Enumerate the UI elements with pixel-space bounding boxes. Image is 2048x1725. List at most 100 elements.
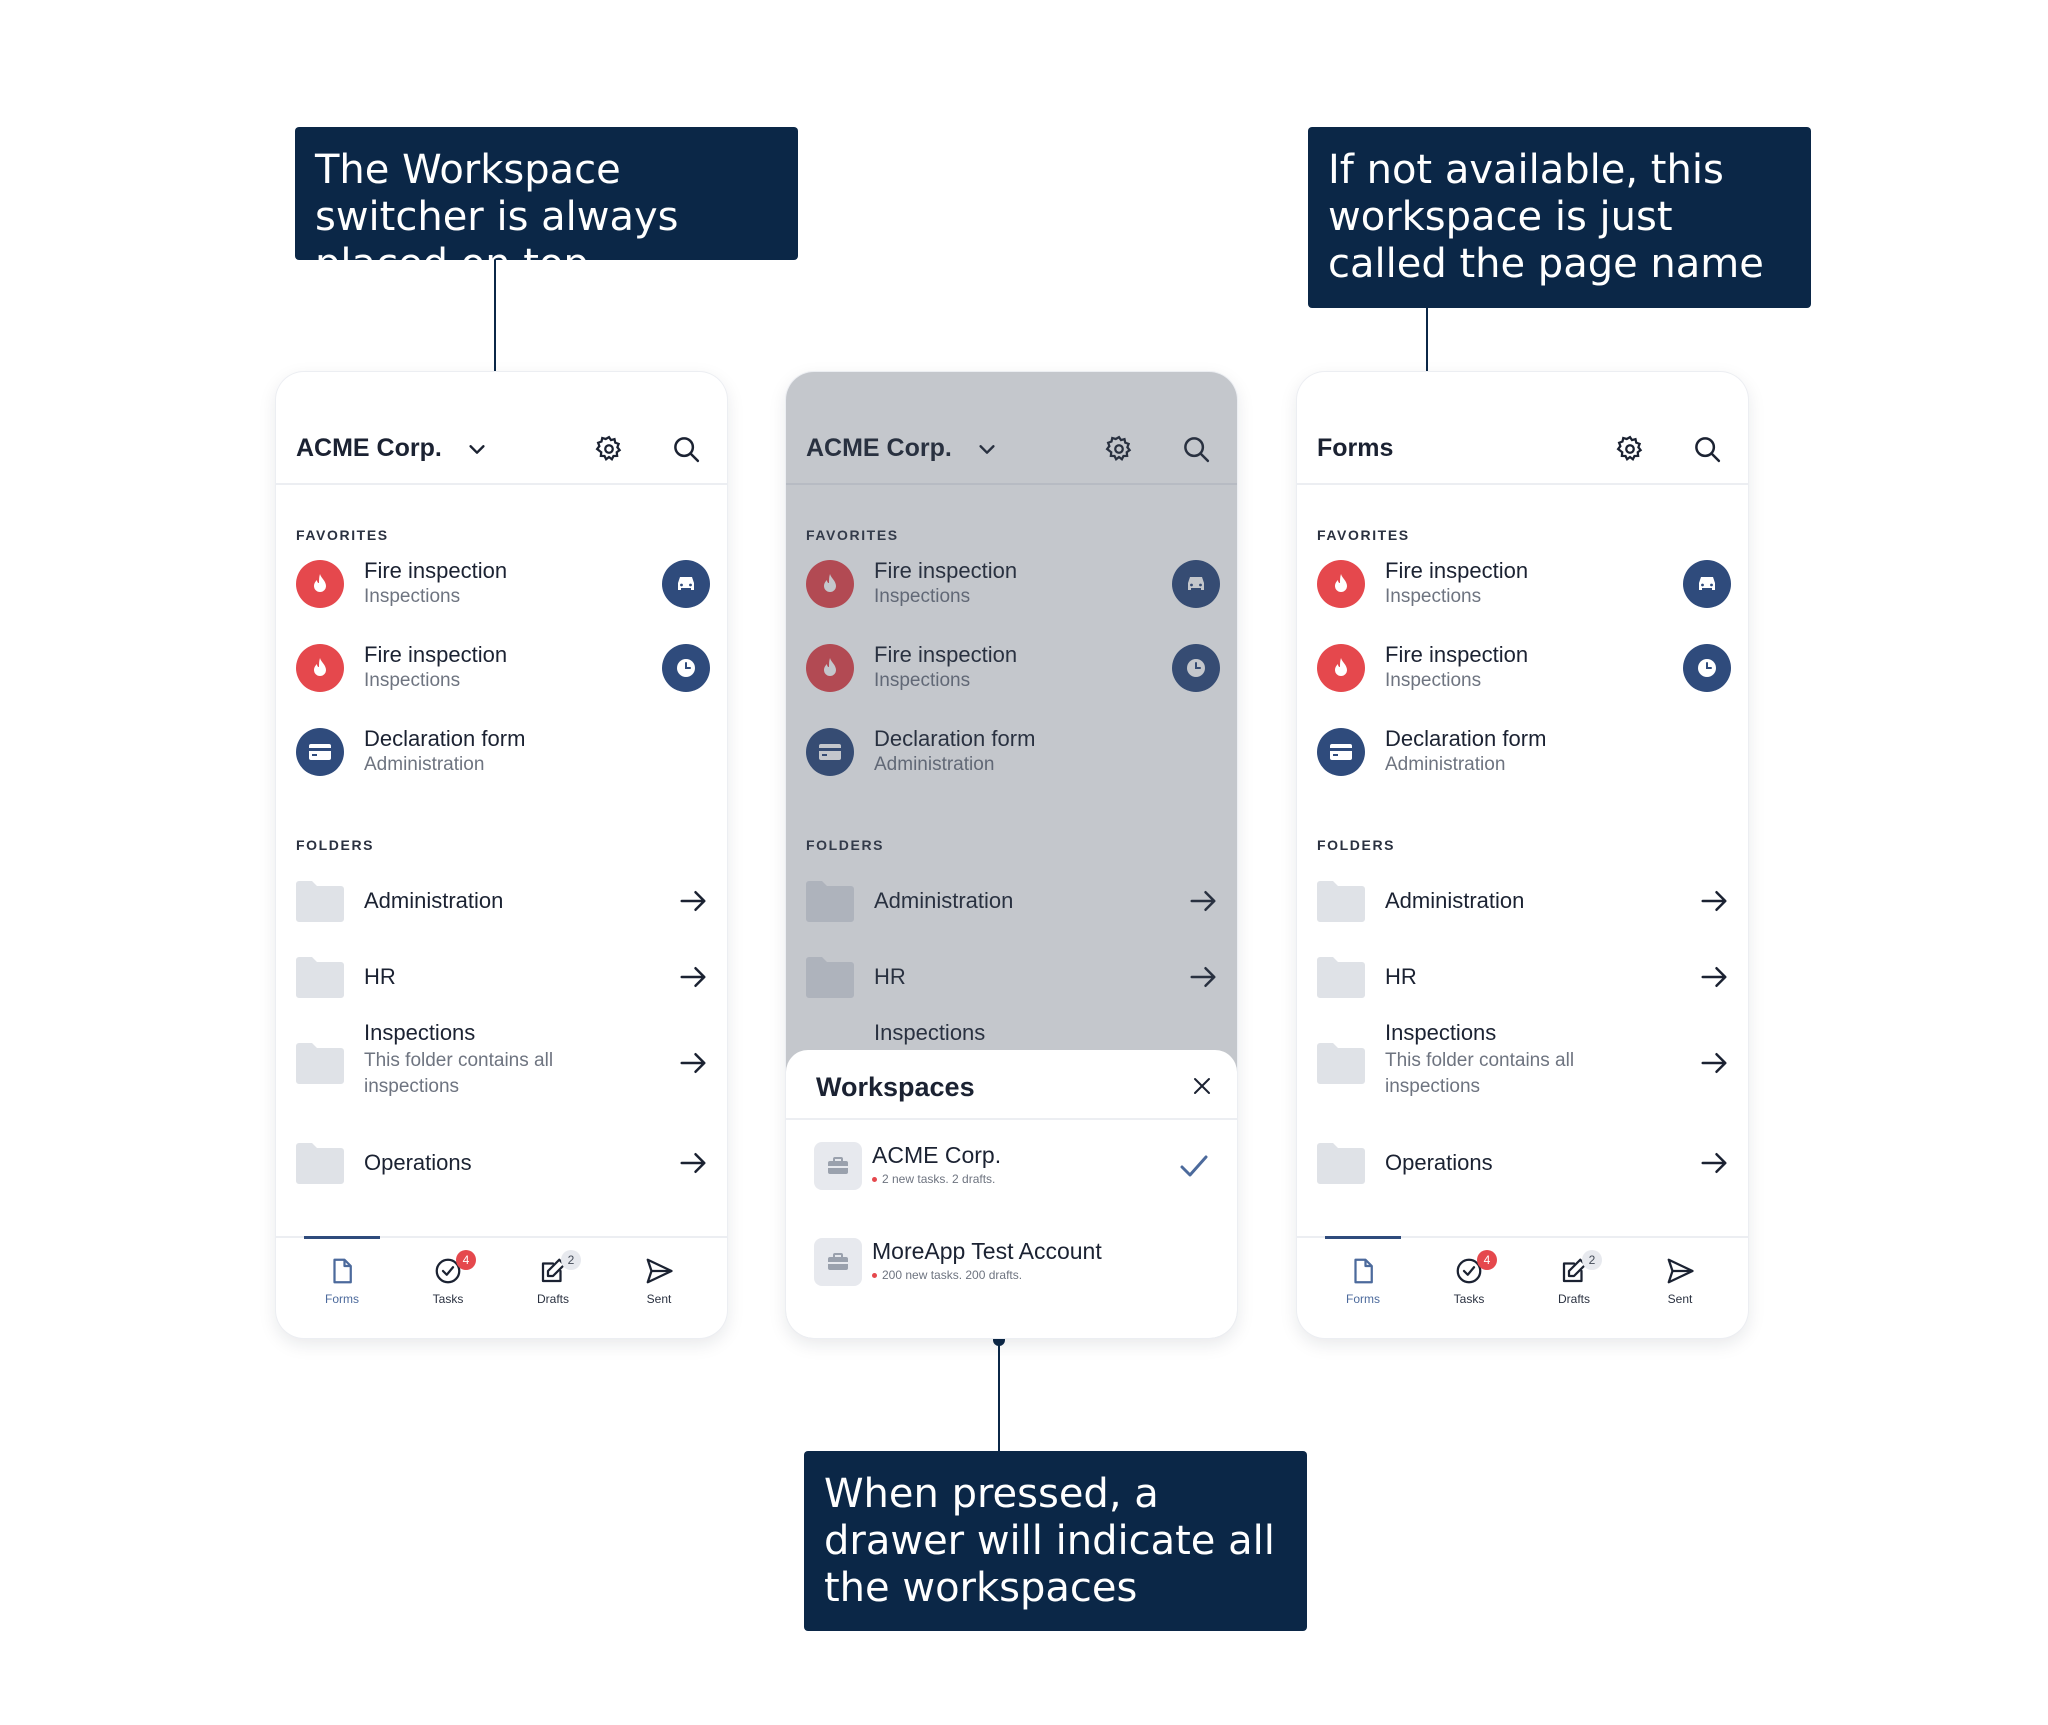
send-icon: [1667, 1258, 1694, 1284]
workspace-option[interactable]: ACME Corp. 2 new tasks. 2 drafts.: [814, 1138, 1214, 1198]
workspaces-drawer: Workspaces ACME Corp. 2 new tasks. 2 dra…: [786, 1050, 1237, 1338]
workspace-switcher-title[interactable]: ACME Corp.: [296, 434, 442, 463]
favorite-item[interactable]: Declaration form Administration: [296, 722, 711, 782]
drafts-count-badge: 2: [1582, 1250, 1602, 1270]
arrow-right-icon[interactable]: [1699, 1048, 1729, 1078]
workspace-meta-text: 200 new tasks. 200 drafts.: [882, 1268, 1023, 1282]
app-header: Forms: [1297, 372, 1748, 485]
tasks-count-badge: 4: [1477, 1250, 1497, 1270]
folder-title: HR: [364, 964, 396, 989]
arrow-right-icon[interactable]: [678, 1048, 708, 1078]
card-icon: [296, 728, 344, 776]
folder-icon: [296, 881, 344, 922]
arrow-right-icon[interactable]: [678, 1148, 708, 1178]
folder-item[interactable]: HR: [296, 948, 711, 1008]
callout-drawer: When pressed, a drawer will indicate all…: [804, 1451, 1307, 1631]
bottom-tab-bar: Forms 4 Tasks 2 Drafts Sent: [276, 1236, 727, 1338]
folders-section-label: FOLDERS: [296, 837, 375, 853]
arrow-right-icon[interactable]: [678, 962, 708, 992]
folder-title: Inspections: [1385, 1020, 1497, 1045]
folder-title: Administration: [364, 888, 504, 913]
favorite-item[interactable]: Fire inspection Inspections: [1317, 638, 1732, 698]
folder-icon: [296, 957, 344, 998]
favorite-item[interactable]: Fire inspection Inspections: [296, 638, 711, 698]
folder-item[interactable]: HR: [1317, 948, 1732, 1008]
folder-title: Operations: [364, 1150, 472, 1175]
card-icon: [1317, 728, 1365, 776]
folder-item[interactable]: Operations: [296, 1134, 711, 1194]
drawer-title: Workspaces: [816, 1072, 975, 1102]
tab-sent[interactable]: Sent: [619, 1256, 699, 1306]
tasks-count-badge: 4: [456, 1250, 476, 1270]
callout-leader: [998, 1344, 1000, 1451]
phone-left: ACME Corp. FAVORITES Fire inspection Ins…: [276, 372, 727, 1338]
clock-icon[interactable]: [1683, 644, 1731, 692]
folder-item[interactable]: Inspections This folder contains all ins…: [1317, 1016, 1732, 1112]
gear-icon[interactable]: [1615, 434, 1645, 464]
car-icon[interactable]: [662, 560, 710, 608]
bottom-tab-bar: Forms 4 Tasks 2 Drafts Sent: [1297, 1236, 1748, 1338]
folder-description: This folder contains all inspections: [364, 1050, 554, 1097]
workspace-name: ACME Corp.: [872, 1142, 1002, 1168]
favorite-item[interactable]: Fire inspection Inspections: [296, 554, 711, 614]
arrow-right-icon[interactable]: [1699, 1148, 1729, 1178]
tab-label: Tasks: [1453, 1292, 1485, 1306]
favorite-subtitle: Inspections: [364, 670, 461, 691]
tab-label: Forms: [1346, 1292, 1380, 1306]
app-header: ACME Corp.: [276, 372, 727, 485]
chevron-down-icon[interactable]: [466, 438, 488, 460]
arrow-right-icon[interactable]: [1699, 886, 1729, 916]
briefcase-icon: [814, 1238, 862, 1286]
workspace-option[interactable]: MoreApp Test Account 200 new tasks. 200 …: [814, 1234, 1214, 1294]
tab-forms[interactable]: Forms: [1323, 1256, 1403, 1306]
tab-forms[interactable]: Forms: [302, 1256, 382, 1306]
favorite-subtitle: Inspections: [364, 586, 461, 607]
tab-label: Tasks: [432, 1292, 464, 1306]
folder-icon: [296, 1143, 344, 1184]
arrow-right-icon[interactable]: [1699, 962, 1729, 992]
close-icon[interactable]: [1190, 1074, 1214, 1098]
tab-drafts[interactable]: 2 Drafts: [1534, 1250, 1614, 1306]
favorite-item[interactable]: Declaration form Administration: [1317, 722, 1732, 782]
folder-item[interactable]: Administration: [296, 872, 711, 932]
clock-icon[interactable]: [662, 644, 710, 692]
folder-title: HR: [1385, 964, 1417, 989]
tab-sent[interactable]: Sent: [1640, 1256, 1720, 1306]
active-tab-indicator: [1325, 1236, 1401, 1239]
arrow-right-icon[interactable]: [678, 886, 708, 916]
folder-title: Administration: [1385, 888, 1525, 913]
gear-icon[interactable]: [594, 434, 624, 464]
document-icon: [1354, 1258, 1373, 1284]
document-icon: [333, 1258, 352, 1284]
flame-icon: [296, 560, 344, 608]
favorite-item[interactable]: Fire inspection Inspections: [1317, 554, 1732, 614]
drawer-divider: [786, 1118, 1237, 1120]
search-icon[interactable]: [1692, 434, 1722, 464]
favorites-section-label: FAVORITES: [296, 527, 389, 543]
favorite-title: Fire inspection: [1385, 558, 1529, 583]
tab-tasks[interactable]: 4 Tasks: [1429, 1250, 1509, 1306]
favorite-title: Fire inspection: [364, 558, 508, 583]
notification-dot: [872, 1177, 877, 1183]
workspace-meta-text: 2 new tasks. 2 drafts.: [882, 1172, 996, 1186]
folder-item[interactable]: Administration: [1317, 872, 1732, 932]
flame-icon: [1317, 644, 1365, 692]
folder-item[interactable]: Operations: [1317, 1134, 1732, 1194]
folder-item[interactable]: Inspections This folder contains all ins…: [296, 1016, 711, 1112]
favorite-title: Declaration form: [364, 726, 526, 751]
folder-title: Operations: [1385, 1150, 1493, 1175]
folder-title: Inspections: [364, 1020, 476, 1045]
search-icon[interactable]: [671, 434, 701, 464]
tab-drafts[interactable]: 2 Drafts: [513, 1250, 593, 1306]
folder-icon: [1317, 1043, 1365, 1084]
flame-icon: [296, 644, 344, 692]
favorite-subtitle: Inspections: [1385, 670, 1482, 691]
tab-tasks[interactable]: 4 Tasks: [408, 1250, 488, 1306]
folder-icon: [296, 1043, 344, 1084]
phone-right: Forms FAVORITES Fire inspection Inspecti…: [1297, 372, 1748, 1338]
folders-section-label: FOLDERS: [1317, 837, 1396, 853]
car-icon[interactable]: [1683, 560, 1731, 608]
briefcase-icon: [814, 1142, 862, 1190]
folder-icon: [1317, 881, 1365, 922]
page-title: Forms: [1317, 434, 1394, 462]
